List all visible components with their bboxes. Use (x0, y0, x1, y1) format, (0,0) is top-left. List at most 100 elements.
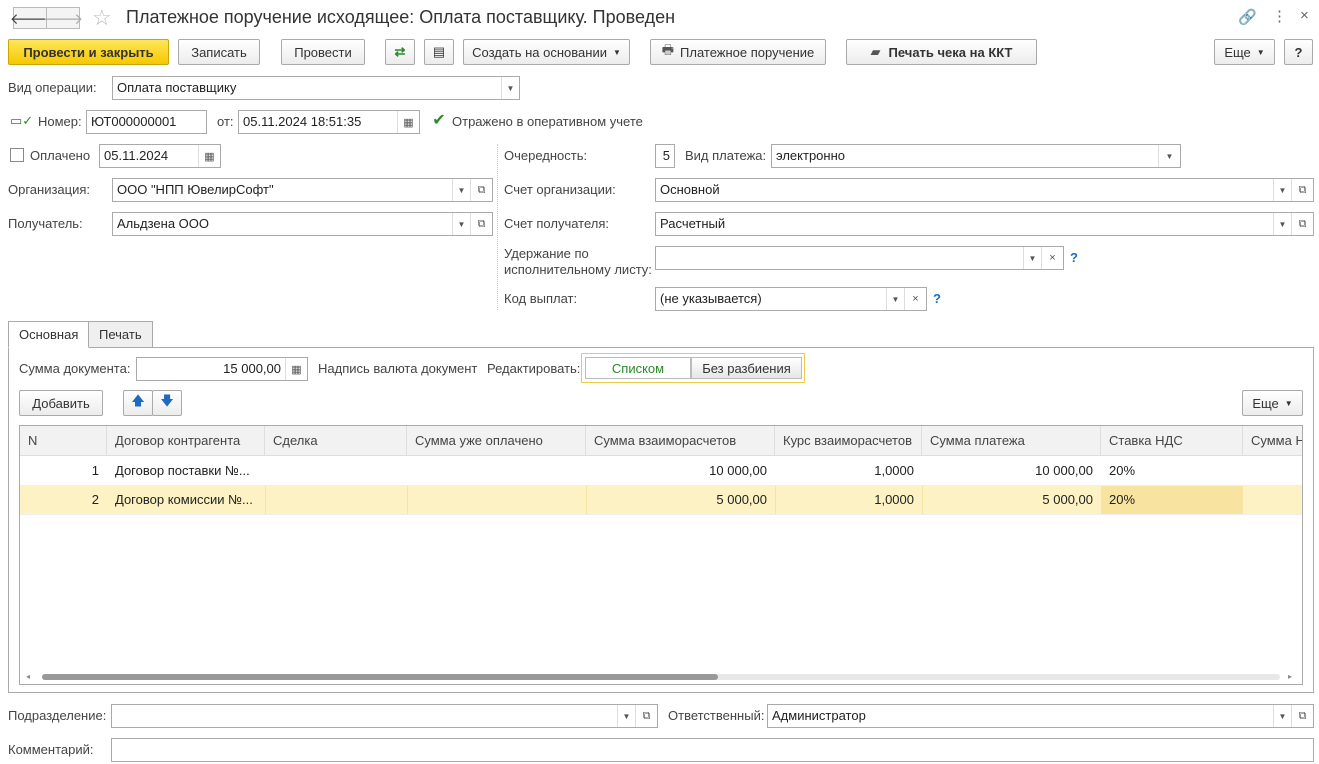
open-icon[interactable]: ⧉ (635, 705, 657, 727)
dropdown-arrow-icon[interactable]: ▼ (886, 288, 904, 310)
column-header[interactable]: Сумма уже оплачено (407, 426, 586, 456)
edit-list-option[interactable]: Списком (585, 357, 691, 379)
more-button[interactable]: Еще ▼ (1214, 39, 1275, 65)
help-link[interactable]: ? (1070, 250, 1078, 265)
open-icon[interactable]: ⧉ (1291, 213, 1313, 235)
number-label: Номер: (38, 114, 82, 129)
date-field[interactable]: 05.11.2024 18:51:35 ▦ (238, 110, 420, 134)
dropdown-arrow-icon[interactable]: ▼ (1158, 145, 1180, 167)
clear-icon[interactable]: × (1041, 247, 1063, 269)
dept-select[interactable]: ▼ ⧉ (111, 704, 658, 728)
currency-caption: Надпись валюта документ (318, 361, 478, 376)
save-button[interactable]: Записать (178, 39, 260, 65)
pay-kind-select[interactable]: электронно ▼ (771, 144, 1181, 168)
dropdown-arrow-icon[interactable]: ▼ (1273, 179, 1291, 201)
column-header[interactable]: Сумма взаиморасчетов (586, 426, 775, 456)
org-select[interactable]: ООО "НПП ЮвелирСофт" ▼ ⧉ (112, 178, 493, 202)
column-header[interactable]: N (20, 426, 107, 456)
open-icon[interactable]: ⧉ (1291, 179, 1313, 201)
withhold-label-1: Удержание по (504, 246, 589, 261)
scroll-left-icon[interactable]: ◂ (26, 672, 30, 681)
calendar-icon[interactable]: ▦ (198, 145, 220, 167)
cell-settle: 10 000,00 (709, 463, 767, 478)
edit-no-split-option[interactable]: Без разбиения (691, 357, 802, 379)
settlements-table: N Договор контрагента Сделка Сумма уже о… (19, 425, 1303, 685)
scrollbar-thumb[interactable] (42, 674, 718, 680)
table-row[interactable]: 1 Договор поставки №... 10 000,00 1,0000… (20, 457, 1302, 486)
more-vertical-icon[interactable]: ⋮ (1272, 7, 1287, 25)
column-header[interactable]: Сумма Н (1243, 426, 1302, 456)
cash-register-icon: ▰ (870, 44, 881, 59)
post-and-close-button[interactable]: Провести и закрыть (8, 39, 169, 65)
recipient-select[interactable]: Альдзена ООО ▼ ⧉ (112, 212, 493, 236)
recipient-account-select[interactable]: Расчетный ▼ ⧉ (655, 212, 1314, 236)
print-receipt-button[interactable]: ▰ Печать чека на ККТ (846, 39, 1037, 65)
recipient-account-value: Расчетный (660, 216, 726, 231)
forward-button[interactable]: 🡒 (43, 7, 83, 29)
table-row-selected[interactable]: 2 Договор комиссии №... 5 000,00 1,0000 … (20, 486, 1302, 515)
back-button[interactable]: 🡐 (10, 7, 50, 29)
cell-n: 1 (91, 463, 99, 478)
dropdown-arrow-icon[interactable]: ▼ (501, 77, 519, 99)
paid-label: Оплачено (30, 148, 91, 163)
reflected-label: Отражено в оперативном учете (452, 114, 643, 129)
dropdown-arrow-icon[interactable]: ▼ (1273, 213, 1291, 235)
dt-kt-icon[interactable]: ⇄ (385, 39, 415, 65)
add-button[interactable]: Добавить (19, 390, 103, 416)
withhold-select[interactable]: ▼ × (655, 246, 1064, 270)
open-icon[interactable]: ⧉ (1291, 705, 1313, 727)
op-type-label: Вид операции: (8, 80, 97, 95)
close-icon[interactable]: × (1300, 7, 1309, 24)
column-header[interactable]: Договор контрагента (107, 426, 265, 456)
org-account-select[interactable]: Основной ▼ ⧉ (655, 178, 1314, 202)
number-field[interactable]: ЮТ000000001 (86, 110, 207, 134)
dropdown-arrow-icon[interactable]: ▼ (1273, 705, 1291, 727)
payment-order-button[interactable]: 🖶 Платежное поручение (650, 39, 826, 65)
move-up-icon[interactable]: 🡅 (123, 390, 153, 416)
report-icon[interactable]: ▤ (424, 39, 454, 65)
help-link[interactable]: ? (933, 291, 941, 306)
column-header[interactable]: Сумма платежа (922, 426, 1101, 456)
create-based-button[interactable]: Создать на основании ▼ (463, 39, 630, 65)
paid-checkbox[interactable] (10, 148, 24, 162)
payout-code-label: Код выплат: (504, 291, 578, 306)
column-header[interactable]: Курс взаиморасчетов (775, 426, 922, 456)
table-more-button[interactable]: Еще ▼ (1242, 390, 1303, 416)
column-header[interactable]: Ставка НДС (1101, 426, 1243, 456)
from-label: от: (217, 114, 234, 129)
link-icon[interactable]: 🔗 (1238, 8, 1257, 26)
open-icon[interactable]: ⧉ (470, 179, 492, 201)
table-more-label: Еще (1252, 395, 1279, 411)
paid-date-field[interactable]: 05.11.2024 ▦ (99, 144, 221, 168)
calculator-icon[interactable]: ▦ (285, 358, 307, 380)
chevron-down-icon: ▼ (612, 47, 621, 57)
reflected-checkbox[interactable]: ✔ (432, 113, 446, 129)
op-type-select[interactable]: Оплата поставщику ▼ (112, 76, 520, 100)
cell-vat-active[interactable]: 20% (1101, 486, 1243, 514)
pay-kind-label: Вид платежа: (685, 148, 767, 163)
sum-field[interactable]: 15 000,00 ▦ (136, 357, 308, 381)
resp-select[interactable]: Администратор ▼ ⧉ (767, 704, 1314, 728)
create-based-label: Создать на основании (472, 44, 607, 60)
chevron-down-icon: ▼ (1256, 47, 1265, 57)
tab-main[interactable]: Основная (8, 321, 90, 348)
tab-print[interactable]: Печать (88, 321, 153, 348)
dropdown-arrow-icon[interactable]: ▼ (617, 705, 635, 727)
post-button[interactable]: Провести (281, 39, 365, 65)
star-icon[interactable]: ☆ (92, 5, 112, 31)
dropdown-arrow-icon[interactable]: ▼ (452, 179, 470, 201)
priority-field[interactable]: 5 (655, 144, 675, 168)
scroll-right-icon[interactable]: ▸ (1288, 672, 1292, 681)
calendar-icon[interactable]: ▦ (397, 111, 419, 133)
move-down-icon[interactable]: 🡇 (152, 390, 182, 416)
comment-field[interactable] (111, 738, 1314, 762)
clear-icon[interactable]: × (904, 288, 926, 310)
dropdown-arrow-icon[interactable]: ▼ (1023, 247, 1041, 269)
payout-code-select[interactable]: (не указывается) ▼ × (655, 287, 927, 311)
open-icon[interactable]: ⧉ (470, 213, 492, 235)
help-button[interactable]: ? (1284, 39, 1313, 65)
dropdown-arrow-icon[interactable]: ▼ (452, 213, 470, 235)
table-header: N Договор контрагента Сделка Сумма уже о… (20, 426, 1302, 456)
recipient-label: Получатель: (8, 216, 83, 231)
column-header[interactable]: Сделка (265, 426, 407, 456)
